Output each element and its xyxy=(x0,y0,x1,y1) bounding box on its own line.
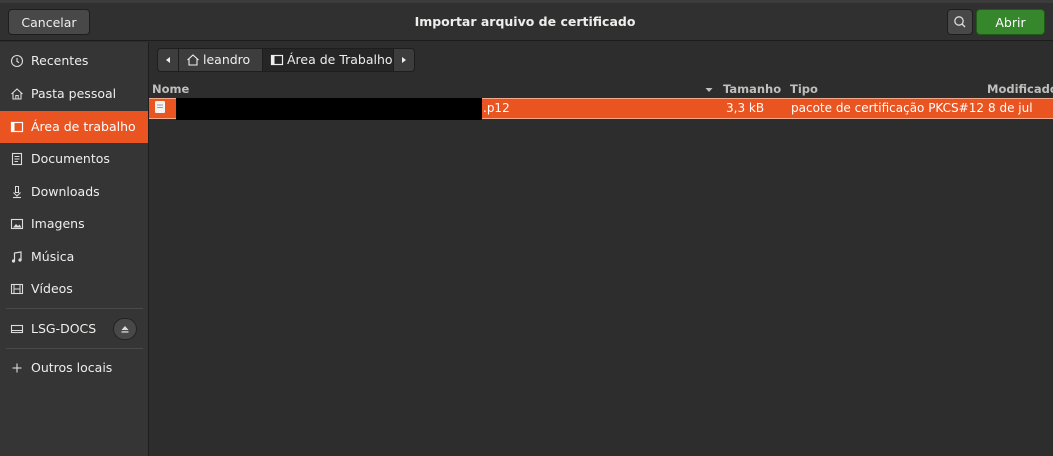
image-icon xyxy=(9,208,25,240)
document-icon xyxy=(9,143,25,175)
film-icon xyxy=(9,273,25,305)
file-icon xyxy=(155,101,165,113)
sidebar-separator xyxy=(6,348,143,349)
column-header-row: Nome Tamanho Tipo Modificado xyxy=(149,81,1053,98)
sidebar-item-documentos[interactable]: Documentos xyxy=(0,143,148,175)
sidebar-item-label: Pasta pessoal xyxy=(31,86,117,101)
path-item-current[interactable]: Área de Trabalho xyxy=(262,48,394,72)
desktop-icon xyxy=(270,54,284,66)
file-list-pane: leandro Área de Trabalho Nome Tamanho Ti… xyxy=(149,42,1053,456)
clock-icon xyxy=(9,45,25,77)
sidebar-item-label: Música xyxy=(31,249,75,264)
dialog-title: Importar arquivo de certificado xyxy=(414,14,636,29)
sidebar-item-label: Documentos xyxy=(31,151,110,166)
sidebar-item-pasta-pessoal[interactable]: Pasta pessoal xyxy=(0,78,148,110)
path-back-button[interactable] xyxy=(157,48,179,72)
sidebar-item-label: Outros locais xyxy=(31,360,113,375)
desktop-icon xyxy=(9,111,25,143)
search-icon xyxy=(954,16,966,28)
sidebar-item-label: Área de trabalho xyxy=(31,119,136,134)
path-item-home[interactable]: leandro xyxy=(178,48,263,72)
file-type: pacote de certificação PKCS#12 xyxy=(791,101,984,115)
sidebar-item-musica[interactable]: Música xyxy=(0,241,148,273)
header-bar: Cancelar Importar arquivo de certificado… xyxy=(0,3,1053,41)
file-chooser-dialog: Cancelar Importar arquivo de certificado… xyxy=(0,0,1053,456)
sidebar-item-videos[interactable]: Vídeos xyxy=(0,273,148,305)
sidebar-item-label: Recentes xyxy=(31,53,89,68)
sidebar-item-label: LSG-DOCS xyxy=(31,321,97,336)
sidebar-item-label: Downloads xyxy=(31,184,100,199)
eject-icon xyxy=(121,326,129,333)
drive-icon xyxy=(9,313,25,345)
music-icon xyxy=(9,241,25,273)
sidebar-item-imagens[interactable]: Imagens xyxy=(0,208,148,240)
file-name: .p12 xyxy=(483,101,510,115)
chevron-left-icon xyxy=(166,57,170,63)
plus-icon xyxy=(9,352,25,384)
path-item-label: Área de Trabalho xyxy=(287,52,393,67)
sidebar-item-label: Vídeos xyxy=(31,281,73,296)
table-row[interactable]: .p12 3,3 kB pacote de certificação PKCS#… xyxy=(149,98,1053,120)
chevron-right-icon xyxy=(402,57,406,63)
places-sidebar: Recentes Pasta pessoal Área de trabalho … xyxy=(0,42,149,456)
file-size: 3,3 kB xyxy=(726,101,765,115)
eject-button[interactable] xyxy=(113,318,137,340)
path-item-label: leandro xyxy=(203,52,251,67)
sidebar-item-lsg-docs[interactable]: LSG-DOCS xyxy=(0,313,148,345)
sidebar-item-recentes[interactable]: Recentes xyxy=(0,45,148,77)
path-forward-button[interactable] xyxy=(393,48,415,72)
cancel-button[interactable]: Cancelar xyxy=(8,9,90,35)
sidebar-item-label: Imagens xyxy=(31,216,85,231)
search-button[interactable] xyxy=(947,9,973,35)
download-icon xyxy=(9,176,25,208)
sidebar-item-area-de-trabalho[interactable]: Área de trabalho xyxy=(0,111,148,143)
sidebar-separator xyxy=(6,308,143,309)
redacted-filename xyxy=(176,98,482,120)
sidebar-item-downloads[interactable]: Downloads xyxy=(0,176,148,208)
home-icon xyxy=(9,78,25,110)
column-header-modified[interactable]: Modificado xyxy=(987,81,1053,98)
open-button[interactable]: Abrir xyxy=(976,9,1045,35)
column-header-type[interactable]: Tipo xyxy=(790,81,818,98)
column-header-name[interactable]: Nome xyxy=(152,81,189,98)
sort-descending-icon xyxy=(705,88,713,92)
home-icon xyxy=(187,54,199,66)
column-header-size[interactable]: Tamanho xyxy=(723,81,781,98)
file-modified: 8 de jul xyxy=(988,101,1033,115)
sidebar-item-outros-locais[interactable]: Outros locais xyxy=(0,352,148,384)
